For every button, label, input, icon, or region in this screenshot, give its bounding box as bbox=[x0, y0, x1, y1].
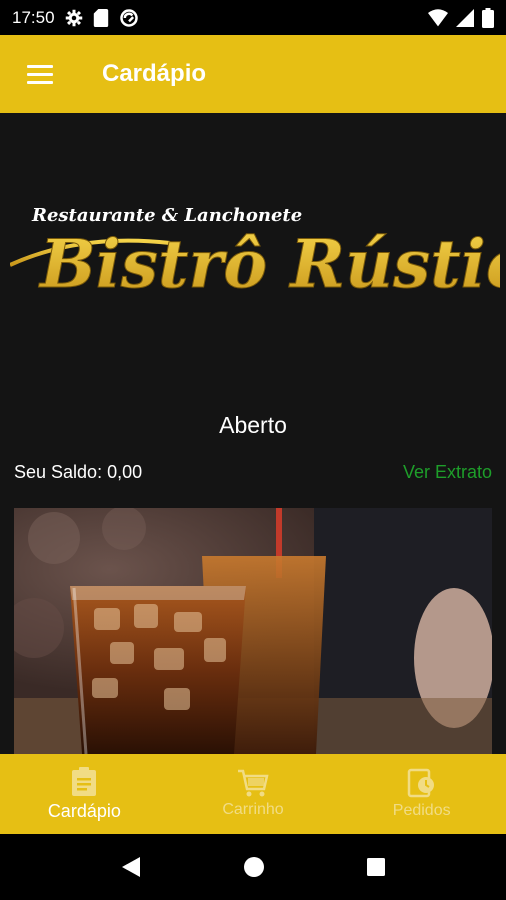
sync-icon bbox=[119, 8, 138, 27]
status-bar: 17:50 bbox=[0, 0, 506, 35]
orders-icon bbox=[407, 768, 434, 798]
store-status: Aberto bbox=[219, 412, 287, 438]
nav-label-pedidos: Pedidos bbox=[392, 802, 451, 819]
bottom-navigation: Cardápio Carrinho Pedidos bbox=[0, 754, 506, 834]
hamburger-menu-icon bbox=[27, 60, 53, 89]
cart-icon bbox=[238, 769, 269, 797]
status-left: 17:50 bbox=[12, 8, 139, 28]
soft-drinks-photo bbox=[14, 508, 492, 754]
battery-icon bbox=[482, 7, 494, 28]
home-icon[interactable] bbox=[243, 856, 265, 878]
status-right bbox=[428, 7, 494, 28]
logo-tagline: Restaurante & Lanchonete bbox=[31, 205, 302, 226]
balance-label: Seu Saldo: 0,00 bbox=[14, 462, 143, 482]
logo-name: Bistrô Rústico bbox=[38, 225, 500, 303]
nav-label-cardapio: Cardápio bbox=[47, 800, 121, 821]
nav-carrinho[interactable]: Carrinho bbox=[169, 754, 338, 834]
restaurant-logo: Restaurante & Lanchonete Bistrô Rústico bbox=[10, 205, 500, 304]
gear-icon bbox=[65, 9, 82, 26]
page-title: Cardápio bbox=[102, 60, 207, 87]
app-bar: Cardápio bbox=[0, 35, 506, 113]
nav-pedidos[interactable]: Pedidos bbox=[337, 754, 506, 834]
wifi-icon bbox=[428, 8, 448, 26]
signal-icon bbox=[456, 8, 474, 27]
nav-cardapio[interactable]: Cardápio bbox=[0, 754, 169, 834]
menu-button[interactable] bbox=[0, 35, 80, 113]
back-icon[interactable] bbox=[120, 855, 142, 879]
promo-image[interactable] bbox=[14, 508, 492, 754]
sd-card-icon bbox=[93, 8, 108, 27]
nav-label-carrinho: Carrinho bbox=[222, 801, 284, 818]
status-time: 17:50 bbox=[12, 7, 55, 27]
system-navigation-bar bbox=[0, 834, 506, 900]
view-statement-link[interactable]: Ver Extrato bbox=[403, 462, 492, 483]
menu-list-icon bbox=[72, 766, 97, 796]
recents-icon[interactable] bbox=[366, 857, 386, 877]
